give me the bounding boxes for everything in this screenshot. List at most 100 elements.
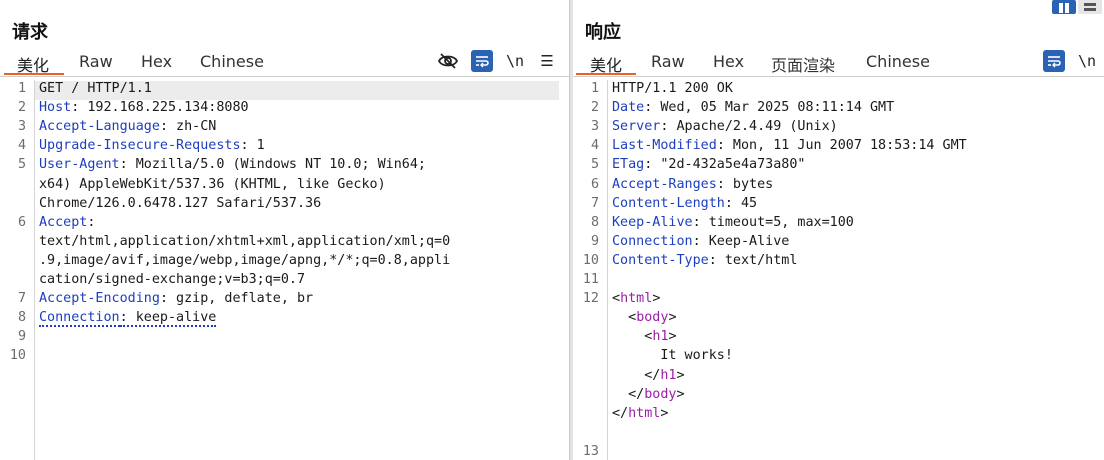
header-value: : 1 xyxy=(240,138,265,154)
line-number: 1 xyxy=(590,81,599,96)
header-value: : Apache/2.4.49 (Unix) xyxy=(660,119,838,135)
tab-hex[interactable]: Hex xyxy=(713,52,744,71)
header-name: Host xyxy=(39,100,72,116)
html-tag-name: html xyxy=(628,405,661,421)
request-pane: 请求 美化 Raw Hex Chinese \n ☰ 1 2 3 4 5 6 7 8 9 10 G… xyxy=(0,0,569,460)
code-line: Accept-Encoding: gzip, deflate, br xyxy=(39,291,313,306)
line-number: 2 xyxy=(17,100,26,116)
line-number: 6 xyxy=(17,214,26,230)
tag-bracket: > xyxy=(660,405,669,421)
code-line: ETag: "2d-432a5e4a73a80" xyxy=(612,157,806,172)
tag-bracket: </ xyxy=(644,367,661,383)
request-title: 请求 xyxy=(12,22,48,43)
code-line: Upgrade-Insecure-Requests: 1 xyxy=(39,138,265,153)
header-name: User-Agent xyxy=(39,157,120,173)
code-line: x64) AppleWebKit/537.36 (KHTML, like Gec… xyxy=(39,176,386,192)
line-number: 6 xyxy=(590,176,599,192)
line-number: 11 xyxy=(582,272,599,287)
hide-eye-icon[interactable] xyxy=(437,50,459,72)
header-value: : Keep-Alive xyxy=(692,233,790,249)
line-number: 2 xyxy=(590,100,599,116)
header-value: : bytes xyxy=(716,176,774,192)
code-line: Server: Apache/2.4.49 (Unix) xyxy=(612,119,838,134)
header-name: Connection xyxy=(612,233,693,249)
tab-chinese[interactable]: Chinese xyxy=(200,52,264,71)
code-line: <body> xyxy=(612,310,677,326)
header-name: Date xyxy=(612,100,645,116)
code-line: text/html,application/xhtml+xml,applicat… xyxy=(39,233,451,249)
menu-icon[interactable]: ☰ xyxy=(536,50,558,72)
request-editor[interactable]: 1 2 3 4 5 6 7 8 9 10 GET / HTTP/1.1 Host: 192.168.… xyxy=(0,80,569,460)
tag-bracket: > xyxy=(676,386,685,402)
code-line: Keep-Alive: timeout=5, max=100 xyxy=(612,215,854,230)
header-value: : text/html xyxy=(708,252,798,268)
tag-bracket: < xyxy=(628,310,637,326)
header-value: : Wed, 05 Mar 2025 08:11:14 GMT xyxy=(644,100,895,116)
line-number: 4 xyxy=(17,138,26,154)
layout-toggle xyxy=(1044,0,1104,14)
header-name: Server xyxy=(612,119,661,135)
stacked-view-icon[interactable] xyxy=(1078,0,1102,14)
line-number: 12 xyxy=(582,291,599,307)
tab-raw[interactable]: Raw xyxy=(651,52,685,71)
newline-toggle-button[interactable]: \n xyxy=(1076,50,1098,72)
header-value: : xyxy=(87,214,96,230)
header-value: : 192.168.225.134:8080 xyxy=(71,100,249,116)
line-number: 8 xyxy=(17,310,26,326)
code-line: Date: Wed, 05 Mar 2025 08:11:14 GMT xyxy=(612,100,894,115)
header-value: : 45 xyxy=(724,195,758,211)
header-value: : keep-alive xyxy=(119,310,217,328)
header-name: Content-Type xyxy=(612,252,709,268)
header-name: ETag xyxy=(612,157,645,173)
header-name: Last-Modified xyxy=(612,138,717,154)
html-tag-name: body xyxy=(644,386,677,402)
line-number: 5 xyxy=(590,157,599,173)
word-wrap-icon[interactable] xyxy=(471,50,493,72)
code-line: </body> xyxy=(612,386,685,402)
request-tabs: 美化 Raw Hex Chinese \n ☰ xyxy=(0,48,569,77)
line-number: 7 xyxy=(590,195,599,211)
tab-render[interactable]: 页面渲染 xyxy=(771,52,835,76)
header-name: Accept-Encoding xyxy=(39,291,160,307)
line-number: 8 xyxy=(590,214,599,230)
line-number-gutter: 1 2 3 4 5 6 7 8 9 10 xyxy=(0,80,35,460)
newline-toggle-button[interactable]: \n xyxy=(504,50,526,72)
code-line: Connection: keep-alive xyxy=(39,310,217,328)
code-line: </h1> xyxy=(612,367,684,383)
tag-bracket: </ xyxy=(628,386,645,402)
tab-chinese[interactable]: Chinese xyxy=(866,52,930,71)
line-number-gutter: 1 2 3 4 5 6 7 8 9 10 11 12 13 xyxy=(573,80,608,460)
code-line: cation/signed-exchange;v=b3;q=0.7 xyxy=(39,272,306,287)
active-tab-indicator xyxy=(576,73,636,75)
tab-hex[interactable]: Hex xyxy=(141,52,172,71)
line-number: 13 xyxy=(582,443,599,459)
response-editor[interactable]: 1 2 3 4 5 6 7 8 9 10 11 12 13 HTTP/1.1 200 OK Date: W… xyxy=(573,80,1104,460)
tab-raw[interactable]: Raw xyxy=(79,52,113,71)
header-value: : Mozilla/5.0 (Windows NT 10.0; Win64; xyxy=(119,157,426,173)
line-number: 9 xyxy=(17,329,26,345)
code-line: HTTP/1.1 200 OK xyxy=(612,81,733,96)
header-name: Keep-Alive xyxy=(612,214,693,230)
line-number: 10 xyxy=(9,348,26,364)
html-tag-name: h1 xyxy=(652,329,669,345)
header-value: : gzip, deflate, br xyxy=(159,291,314,307)
header-name: Accept-Ranges xyxy=(612,176,717,192)
tag-bracket: > xyxy=(652,291,661,307)
tag-bracket: > xyxy=(668,310,677,326)
split-view-icon[interactable] xyxy=(1052,0,1076,14)
header-value: : "2d-432a5e4a73a80" xyxy=(644,157,806,173)
code-line: </html> xyxy=(612,406,668,421)
header-name: Upgrade-Insecure-Requests xyxy=(39,138,241,154)
line-number: 3 xyxy=(17,119,26,135)
response-title: 响应 xyxy=(585,22,621,43)
line-number: 3 xyxy=(590,119,599,135)
html-tag-name: html xyxy=(620,291,653,307)
tag-bracket: </ xyxy=(612,405,629,421)
code-line: GET / HTTP/1.1 xyxy=(39,81,152,96)
code-line: Accept: xyxy=(39,215,95,230)
header-name: Content-Length xyxy=(612,195,725,211)
word-wrap-icon[interactable] xyxy=(1043,50,1065,72)
tag-bracket: < xyxy=(612,291,621,307)
